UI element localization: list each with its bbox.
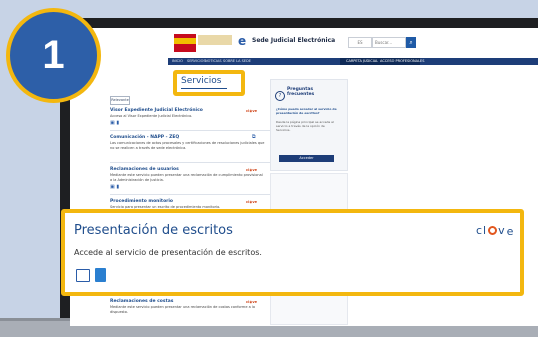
service-desc: Las comunicaciones de actos procesales y…: [110, 141, 265, 150]
clave-o-icon: [488, 226, 498, 235]
ministry-logo: [198, 35, 232, 45]
language-select[interactable]: ES: [348, 37, 372, 48]
sede-logo-icon: e: [238, 34, 247, 48]
clave-mid: v: [498, 224, 506, 237]
nav-item-sobre[interactable]: SOBRE LA SEDE: [223, 59, 251, 63]
service-desc: Mediante este servicio pueden presentar …: [110, 305, 255, 314]
divider: [110, 130, 270, 131]
step-badge: 1: [6, 8, 101, 103]
service-desc: Acceso al Visor Expediente Judicial Elec…: [110, 114, 193, 118]
title-underline: [181, 88, 227, 89]
nav-item-profesionales[interactable]: ACCESO PROFESIONALES: [380, 59, 424, 63]
service-icons[interactable]: ▣ ▮: [110, 120, 119, 126]
service-title[interactable]: Visor Expediente Judicial Electrónico: [110, 108, 203, 113]
clave-icon: cl◉ve: [246, 168, 257, 172]
nav-item-noticias[interactable]: NOTICIAS: [205, 59, 222, 63]
external-link-icon[interactable]: ⧉: [252, 134, 256, 140]
service-title[interactable]: Procedimiento monitorio: [110, 199, 173, 204]
nav-item-carpeta[interactable]: CARPETA JUDICIAL: [346, 59, 378, 63]
clave-icon: cl◉ve: [246, 200, 257, 204]
clave-pre: cl: [476, 224, 488, 237]
search-icon: ⌕: [409, 39, 413, 46]
divider: [110, 162, 270, 163]
service-card-title[interactable]: Presentación de escritos: [74, 223, 233, 238]
faq-answer: Desde la página principal se accede al s…: [276, 120, 334, 132]
service-card-desc: Accede al servicio de presentación de es…: [74, 248, 262, 257]
document-icon[interactable]: [95, 268, 106, 282]
service-icons[interactable]: ▣ ▮: [110, 184, 119, 190]
search-input[interactable]: Buscar...: [372, 37, 406, 48]
service-title[interactable]: Reclamaciones de usuarios: [110, 167, 179, 172]
site-brand[interactable]: Sede Judicial Electrónica: [252, 37, 335, 44]
service-desc: Mediante este servicio pueden presentar …: [110, 173, 263, 182]
page-title: Servicios: [181, 76, 222, 86]
faq-question[interactable]: ¿Cómo puedo acceder al servicio de prese…: [276, 107, 338, 115]
nav-item-servicios[interactable]: SERVICIOS: [187, 59, 206, 63]
search-button[interactable]: ⌕: [406, 37, 416, 48]
service-title[interactable]: Comunicación - NAPP - ZEQ: [110, 135, 179, 140]
clave-icon: cl◉ve: [246, 109, 257, 113]
divider: [110, 194, 270, 195]
clave-e-icon: e: [506, 225, 515, 238]
faq-access-button[interactable]: Acceder: [279, 155, 334, 162]
id-card-icon[interactable]: [76, 269, 90, 282]
filter-tag[interactable]: Relevante: [110, 96, 130, 105]
service-title[interactable]: Reclamaciones de costas: [110, 299, 173, 304]
flag-icon: [174, 38, 196, 44]
help-icon: ?: [275, 91, 285, 101]
nav-item-inicio[interactable]: INICIO: [172, 59, 183, 63]
clave-icon: cl◉ve: [246, 300, 257, 304]
clave-logo-icon: cl ve: [476, 224, 515, 238]
faq-title: Preguntas frecuentes: [287, 87, 315, 97]
